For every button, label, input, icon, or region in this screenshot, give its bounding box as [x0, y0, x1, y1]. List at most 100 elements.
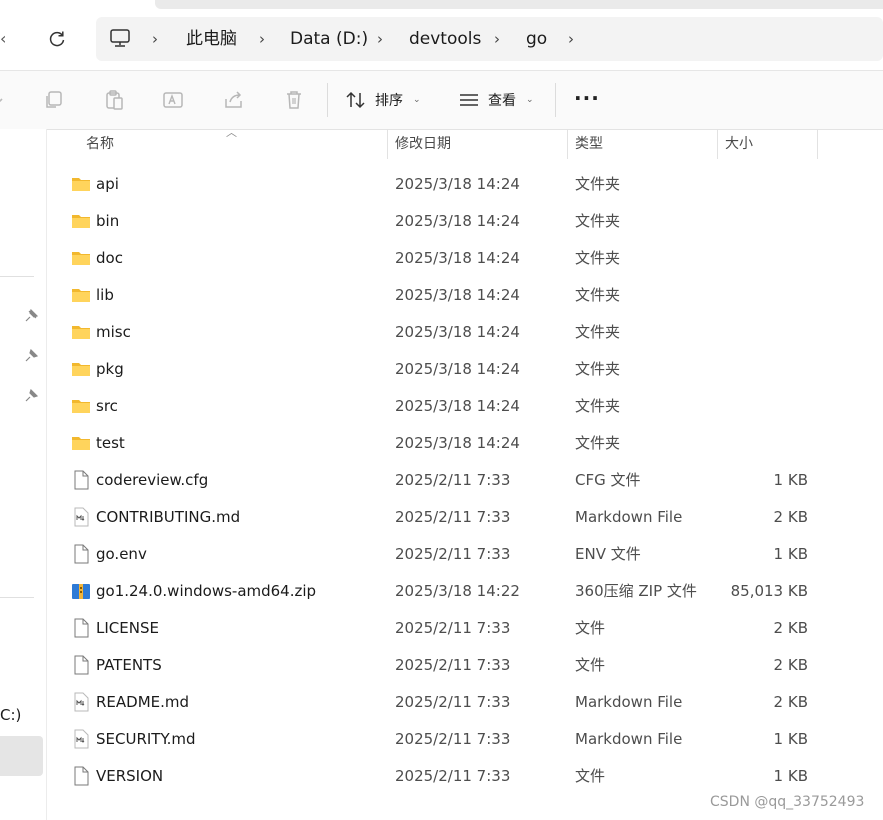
breadcrumb-separator[interactable]: › [494, 17, 500, 61]
file-modified-date: 2025/2/11 7:33 [395, 471, 511, 489]
file-name[interactable]: pkg [96, 351, 124, 388]
file-size: 2 KB [773, 656, 808, 674]
file-modified-date: 2025/3/18 14:24 [395, 397, 520, 415]
column-header-date[interactable]: 修改日期 [395, 129, 451, 159]
sort-ascending-icon: ︿ [226, 126, 237, 139]
file-size [718, 203, 808, 240]
file-size: 85,013 KB [730, 582, 808, 600]
navigation-pane: C:) [0, 129, 47, 820]
file-row[interactable]: PATENTS 2025/2/11 7:33 文件 2 KB [46, 647, 883, 684]
file-modified-date: 2025/2/11 7:33 [395, 767, 511, 785]
breadcrumb-separator[interactable]: › [259, 17, 265, 61]
file-type: 360压缩 ZIP 文件 [575, 582, 697, 600]
column-divider[interactable] [567, 129, 568, 159]
file-row[interactable]: go1.24.0.windows-amd64.zip 2025/3/18 14:2… [46, 573, 883, 610]
file-name[interactable]: README.md [96, 684, 189, 721]
file-name[interactable]: misc [96, 314, 131, 351]
file-row[interactable]: LICENSE 2025/2/11 7:33 文件 2 KB [46, 610, 883, 647]
column-header-type[interactable]: 类型 [575, 129, 603, 159]
title-bar-strip [155, 0, 883, 9]
file-name[interactable]: lib [96, 277, 114, 314]
breadcrumb-devtools[interactable]: devtools [409, 17, 481, 61]
command-bar: 排序 ⌄ 查看 ⌄ ··· [0, 70, 883, 130]
file-size: 2 KB [773, 619, 808, 637]
file-size [718, 388, 808, 425]
column-header-name[interactable]: 名称 [86, 129, 114, 159]
file-type: ENV 文件 [575, 545, 641, 563]
pin-icon[interactable] [24, 348, 40, 365]
file-name[interactable]: PATENTS [96, 647, 162, 684]
file-name[interactable]: SECURITY.md [96, 721, 196, 758]
file-name[interactable]: CONTRIBUTING.md [96, 499, 240, 536]
column-divider[interactable] [717, 129, 718, 159]
watermark: CSDN @qq_33752493 [710, 794, 865, 810]
column-divider[interactable] [387, 129, 388, 159]
file-modified-date: 2025/3/18 14:24 [395, 323, 520, 341]
folder-icon [71, 322, 91, 342]
nav-item-c-drive[interactable]: C:) [0, 706, 21, 724]
file-size: 1 KB [773, 471, 808, 489]
file-name[interactable]: go.env [96, 536, 147, 573]
nav-item-selected[interactable] [0, 736, 43, 776]
view-button[interactable]: 查看 ⌄ [458, 85, 534, 115]
file-row[interactable]: SECURITY.md 2025/2/11 7:33 Markdown File 1 … [46, 721, 883, 758]
toolbar-divider [555, 83, 556, 117]
pin-icon[interactable] [24, 308, 40, 325]
file-row[interactable]: bin 2025/3/18 14:24 文件夹 [46, 203, 883, 240]
column-divider[interactable] [817, 129, 818, 159]
more-options-button[interactable]: ··· [574, 86, 600, 110]
rename-icon[interactable] [160, 87, 186, 113]
file-row[interactable]: doc 2025/3/18 14:24 文件夹 [46, 240, 883, 277]
file-row[interactable]: lib 2025/3/18 14:24 文件夹 [46, 277, 883, 314]
breadcrumb-separator[interactable]: › [377, 17, 383, 61]
back-arrow-icon[interactable]: ‹ [0, 28, 14, 50]
refresh-icon[interactable] [44, 26, 70, 52]
file-name[interactable]: doc [96, 240, 123, 277]
file-modified-date: 2025/3/18 14:24 [395, 212, 520, 230]
copy-icon[interactable] [41, 87, 67, 113]
markdown-file-icon [71, 507, 91, 527]
breadcrumb[interactable]: › 此电脑 › Data (D:) › devtools › go › [96, 17, 883, 61]
file-row[interactable]: misc 2025/3/18 14:24 文件夹 [46, 314, 883, 351]
paste-icon[interactable] [101, 87, 127, 113]
share-icon[interactable] [221, 87, 247, 113]
file-name[interactable]: VERSION [96, 758, 163, 795]
file-size: 1 KB [773, 730, 808, 748]
file-row[interactable]: codereview.cfg 2025/2/11 7:33 CFG 文件 1 KB [46, 462, 883, 499]
file-row[interactable]: pkg 2025/3/18 14:24 文件夹 [46, 351, 883, 388]
file-row[interactable]: api 2025/3/18 14:24 文件夹 [46, 166, 883, 203]
breadcrumb-go[interactable]: go [526, 17, 547, 61]
file-name[interactable]: bin [96, 203, 119, 240]
file-modified-date: 2025/3/18 14:24 [395, 175, 520, 193]
breadcrumb-this-pc[interactable]: 此电脑 [186, 17, 237, 61]
delete-icon[interactable] [281, 87, 307, 113]
file-name[interactable]: LICENSE [96, 610, 159, 647]
sort-button[interactable]: 排序 ⌄ [345, 85, 421, 115]
folder-icon [71, 433, 91, 453]
file-row[interactable]: CONTRIBUTING.md 2025/2/11 7:33 Markdown Fi… [46, 499, 883, 536]
file-row[interactable]: VERSION 2025/2/11 7:33 文件 1 KB [46, 758, 883, 795]
new-item-icon[interactable] [0, 87, 14, 113]
file-row[interactable]: src 2025/3/18 14:24 文件夹 [46, 388, 883, 425]
file-modified-date: 2025/2/11 7:33 [395, 693, 511, 711]
file-size: 1 KB [773, 767, 808, 785]
file-size [718, 314, 808, 351]
file-size [718, 351, 808, 388]
file-row[interactable]: go.env 2025/2/11 7:33 ENV 文件 1 KB [46, 536, 883, 573]
file-name[interactable]: codereview.cfg [96, 462, 208, 499]
file-modified-date: 2025/3/18 14:24 [395, 286, 520, 304]
file-name[interactable]: api [96, 166, 119, 203]
pin-icon[interactable] [24, 388, 40, 405]
this-pc-icon[interactable] [109, 27, 131, 49]
file-name[interactable]: src [96, 388, 118, 425]
breadcrumb-separator[interactable]: › [152, 17, 158, 61]
file-name[interactable]: test [96, 425, 125, 462]
file-row[interactable]: README.md 2025/2/11 7:33 Markdown File 2 KB [46, 684, 883, 721]
breadcrumb-separator[interactable]: › [568, 17, 574, 61]
sort-label: 排序 [375, 93, 403, 109]
file-name[interactable]: go1.24.0.windows-amd64.zip [96, 573, 316, 610]
breadcrumb-data-drive[interactable]: Data (D:) [290, 17, 368, 61]
column-header-size[interactable]: 大小 [725, 129, 753, 159]
file-type: CFG 文件 [575, 471, 641, 489]
file-row[interactable]: test 2025/3/18 14:24 文件夹 [46, 425, 883, 462]
